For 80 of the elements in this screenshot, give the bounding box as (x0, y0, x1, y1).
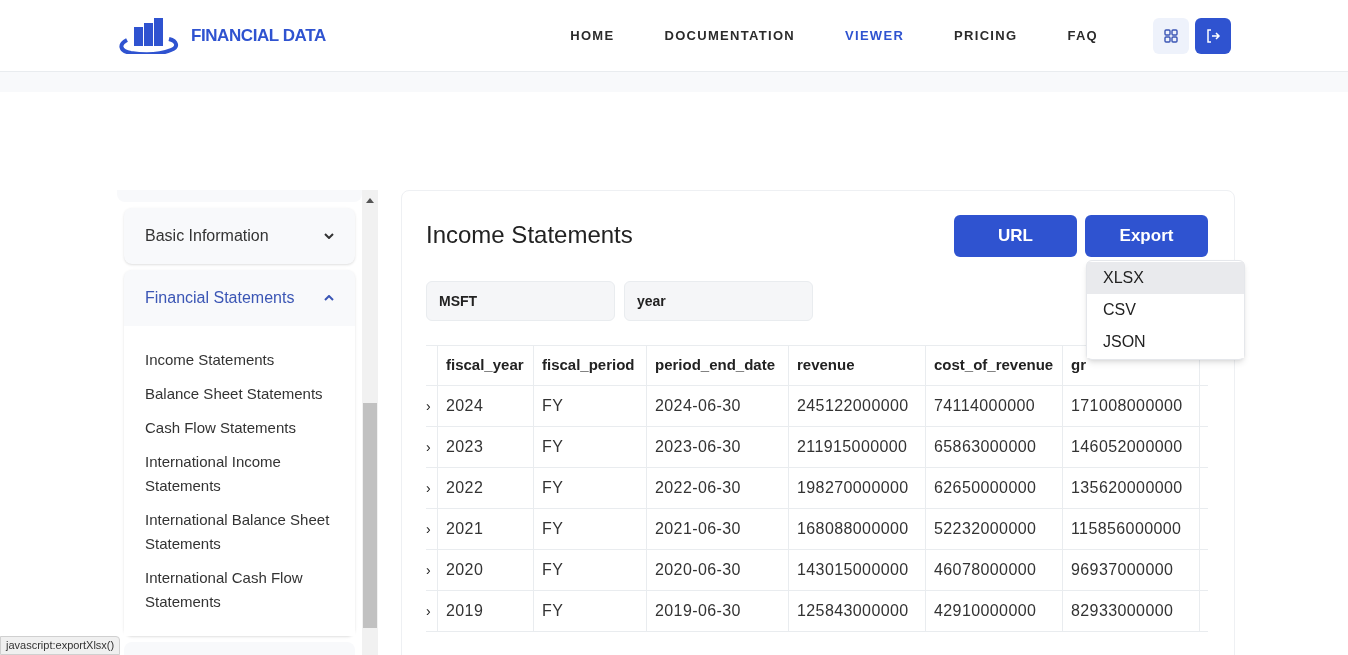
sidebar-link[interactable]: International Cash Flow Statements (145, 566, 335, 614)
table-cell: 125843000000 (788, 591, 925, 631)
table-cell: 52232000000 (925, 509, 1062, 549)
table-cell: 211915000000 (788, 427, 925, 467)
grid-button[interactable] (1153, 17, 1189, 54)
table-cell: 135620000000 (1062, 468, 1199, 508)
table-cell: 74114000000 (925, 386, 1062, 426)
table-cell: 115856000000 (1062, 509, 1199, 549)
table-cell: FY (533, 427, 646, 467)
logout-icon (1205, 27, 1221, 44)
chevron-icon (324, 295, 334, 301)
table-cell: 2024-06-30 (646, 386, 788, 426)
table-cell: 2020-06-30 (646, 550, 788, 590)
table-cell: FY (533, 509, 646, 549)
column-header: fiscal_period (533, 346, 646, 385)
table-cell: 42910000000 (925, 591, 1062, 631)
menu-item[interactable]: XLSX (1087, 262, 1244, 294)
table-cell: 82933000000 (1062, 591, 1199, 631)
table-cell: 146052000000 (1062, 427, 1199, 467)
expand-toggle[interactable]: › (426, 563, 431, 577)
nav-link[interactable]: HOME (570, 25, 615, 46)
menu-item[interactable]: JSON (1087, 326, 1244, 358)
table-cell: 2019-06-30 (646, 591, 788, 631)
column-header: revenue (788, 346, 925, 385)
table-cell: 245122000000 (788, 386, 925, 426)
nav-link[interactable]: PRICING (954, 25, 1018, 46)
logout-button[interactable] (1195, 17, 1231, 54)
sidebar-link[interactable]: Balance Sheet Statements (145, 382, 335, 406)
sidebar-link[interactable]: Cash Flow Statements (145, 416, 335, 440)
logo-icon (117, 17, 181, 54)
table-cell: 96937000000 (1062, 550, 1199, 590)
sidebar-link[interactable]: Income Statements (145, 348, 335, 372)
table-cell: 2021 (437, 509, 533, 549)
sidebar-link[interactable]: International Balance Sheet Statements (145, 508, 335, 556)
table-cell: 2022 (437, 468, 533, 508)
table-cell: 2022-06-30 (646, 468, 788, 508)
table-cell: 46078000000 (925, 550, 1062, 590)
expand-toggle[interactable]: › (426, 604, 431, 618)
page-title: Income Statements (426, 220, 633, 250)
action-button[interactable]: Export (1085, 215, 1208, 257)
table-cell: 2024 (437, 386, 533, 426)
accordion-header[interactable]: Financial Statements (124, 270, 355, 326)
table-cell: 65863000000 (925, 427, 1062, 467)
table-cell: 198270000000 (788, 468, 925, 508)
chevron-icon (324, 233, 334, 239)
input-field[interactable]: year (624, 281, 813, 321)
expand-toggle[interactable]: › (426, 440, 431, 454)
expand-toggle[interactable]: › (426, 399, 431, 413)
table-cell: 143015000000 (788, 550, 925, 590)
scroll-up-icon (366, 198, 374, 203)
nav-link[interactable]: FAQ (1067, 25, 1098, 46)
table-cell: 168088000000 (788, 509, 925, 549)
expand-toggle[interactable]: › (426, 522, 431, 536)
menu-item[interactable]: CSV (1087, 294, 1244, 326)
table-cell: 62650000000 (925, 468, 1062, 508)
sidebar-link[interactable]: International Income Statements (145, 450, 335, 498)
nav-link[interactable]: DOCUMENTATION (664, 25, 795, 46)
nav-link[interactable]: VIEWER (845, 25, 905, 46)
column-header: period_end_date (646, 346, 788, 385)
table-cell: FY (533, 468, 646, 508)
table-cell: FY (533, 386, 646, 426)
logo-text: FINANCIAL DATA (191, 24, 326, 47)
accordion-header[interactable]: Basic Information (124, 208, 355, 264)
expand-toggle[interactable]: › (426, 481, 431, 495)
input-field[interactable]: MSFT (426, 281, 615, 321)
table-cell: FY (533, 591, 646, 631)
table-cell: 2019 (437, 591, 533, 631)
table-cell: 2021-06-30 (646, 509, 788, 549)
column-header: fiscal_year (437, 346, 533, 385)
grid-icon (1164, 28, 1178, 43)
column-header: cost_of_revenue (925, 346, 1062, 385)
table-cell: 2020 (437, 550, 533, 590)
action-button[interactable]: URL (954, 215, 1077, 257)
scrollbar-thumb[interactable] (363, 403, 377, 628)
table-cell: 171008000000 (1062, 386, 1199, 426)
table-cell: 2023 (437, 427, 533, 467)
status-bar: javascript:exportXlsx() (0, 636, 121, 655)
table-cell: 2023-06-30 (646, 427, 788, 467)
table-cell: FY (533, 550, 646, 590)
scrollbar[interactable] (362, 190, 378, 655)
